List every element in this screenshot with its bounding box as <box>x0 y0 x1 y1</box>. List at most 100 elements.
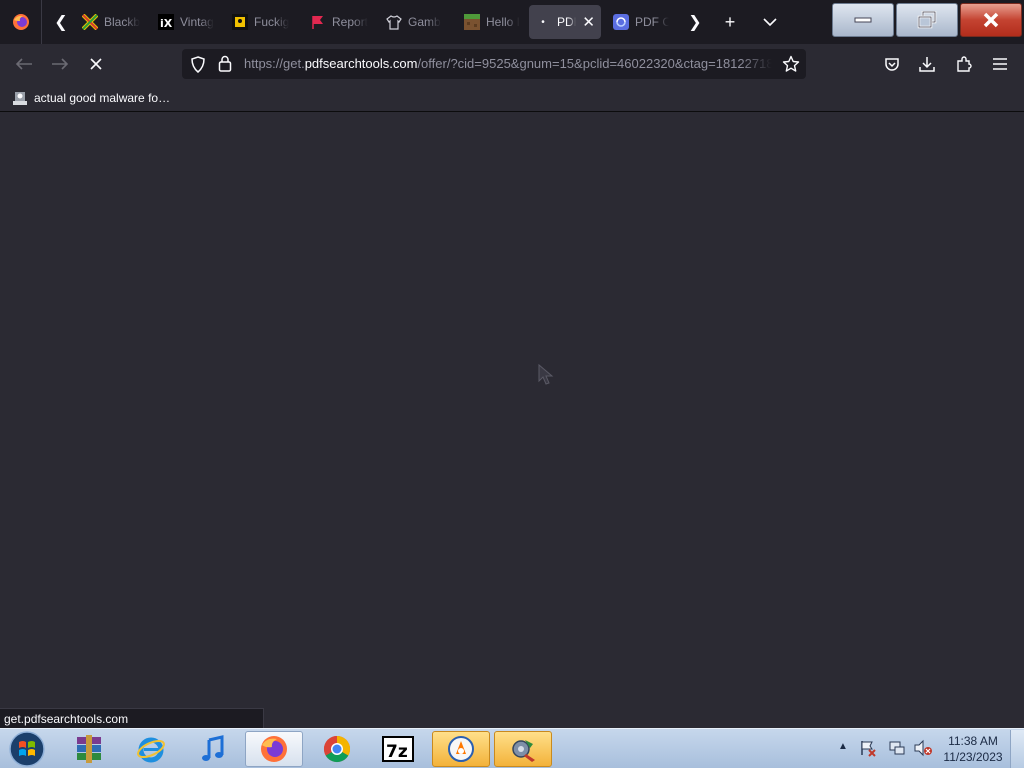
desktop-screen: ❮ Blackb iX Vintag Fuckig Report Gamb He… <box>0 0 1024 768</box>
bookmark-label: actual good malware fo… <box>34 91 171 105</box>
hamburger-menu-icon <box>993 58 1007 70</box>
new-tab-button[interactable]: + <box>716 8 744 36</box>
internet-explorer-icon <box>137 737 165 763</box>
bookmark-star-icon[interactable] <box>782 55 800 73</box>
close-icon[interactable]: ✕ <box>582 13 595 31</box>
system-tool-icon <box>512 740 535 762</box>
tab-label: Blackb <box>104 15 140 29</box>
firefox-view-button[interactable] <box>0 0 42 44</box>
volume-muted-icon <box>914 739 932 757</box>
loading-dot-icon: • <box>541 16 545 28</box>
taskbar-firefox[interactable] <box>245 731 303 767</box>
taskbar-system-tool[interactable] <box>494 731 552 767</box>
ix-icon: iX <box>158 14 174 30</box>
tab-label: Vintag <box>180 15 214 29</box>
taskbar-chrome[interactable] <box>308 731 366 767</box>
taskbar-clock[interactable]: 11:38 AM 11/23/2023 <box>938 733 1008 765</box>
plus-icon: + <box>724 11 736 32</box>
clock-date: 11/23/2023 <box>943 750 1003 764</box>
tab-label: Hello I <box>486 15 521 29</box>
tab-label: PDF <box>557 15 576 29</box>
pocket-icon <box>885 57 899 71</box>
windows-start-orb-icon <box>9 731 45 767</box>
tab-gamb[interactable]: Gamb <box>380 5 452 39</box>
tab-label: Fuckig <box>254 15 290 29</box>
tab-hello[interactable]: Hello I <box>458 5 528 39</box>
triangle-up-icon: ▲ <box>838 741 848 752</box>
taskbar-itunes[interactable] <box>184 731 242 767</box>
navigation-toolbar: https://get.pdfsearchtools.com/offer/?ci… <box>0 44 1024 84</box>
warning-sign-icon <box>232 14 248 30</box>
close-window-button[interactable] <box>960 3 1022 37</box>
puzzle-piece-icon <box>957 56 972 72</box>
network-icon <box>889 741 905 755</box>
scroll-tabs-left-button[interactable]: ❮ <box>48 8 74 36</box>
minimize-button[interactable] <box>832 3 894 37</box>
winrar-icon <box>77 735 101 763</box>
tray-volume[interactable] <box>913 738 933 758</box>
bookmark-globe-icon <box>13 92 27 105</box>
mouse-cursor-icon <box>538 363 554 385</box>
tab-label: Gamb <box>408 15 441 29</box>
windows-taskbar: 7z ▲ 11:38 AM 11/23/2023 <box>0 728 1024 768</box>
firefox-icon <box>261 736 287 762</box>
tab-report[interactable]: Report <box>304 5 374 39</box>
forward-button[interactable] <box>46 50 74 78</box>
tray-network[interactable] <box>887 738 907 758</box>
downloads-button[interactable] <box>913 50 941 78</box>
tray-action-center[interactable] <box>858 738 878 758</box>
chevron-left-icon: ❮ <box>54 14 68 31</box>
address-bar[interactable]: https://get.pdfsearchtools.com/offer/?ci… <box>182 49 806 79</box>
restore-icon <box>917 11 937 29</box>
extensions-button[interactable] <box>950 50 978 78</box>
minecraft-block-icon <box>464 14 480 30</box>
bookmark-item[interactable]: actual good malware fo… <box>8 88 174 108</box>
tab-label: PDF C <box>635 15 669 29</box>
url-scheme: https://get. <box>244 56 305 71</box>
close-icon <box>983 12 999 28</box>
download-icon <box>919 57 935 72</box>
chevron-right-icon: ❯ <box>688 14 702 31</box>
svg-text:iX: iX <box>160 17 173 30</box>
tab-pdf-active[interactable]: • PDF ✕ <box>529 5 601 39</box>
restore-button[interactable] <box>896 3 958 37</box>
start-button[interactable] <box>6 730 48 768</box>
taskbar-winrar[interactable] <box>60 731 118 767</box>
app-menu-button[interactable] <box>986 50 1014 78</box>
lock-icon[interactable] <box>218 55 232 72</box>
show-hidden-icons-button[interactable]: ▲ <box>838 741 848 752</box>
url-text[interactable]: https://get.pdfsearchtools.com/offer/?ci… <box>244 56 772 71</box>
chevron-down-icon <box>763 18 777 27</box>
avast-icon <box>448 736 474 762</box>
url-path: /offer/?cid=9525&gnum=15&pclid=46022320&… <box>417 56 772 71</box>
stop-x-icon <box>90 58 102 70</box>
tab-label: Report <box>332 15 368 29</box>
tab-blackbox[interactable]: Blackb <box>76 5 146 39</box>
bookmarks-toolbar: actual good malware fo… <box>0 84 1024 112</box>
back-button[interactable] <box>10 50 38 78</box>
arrow-right-icon <box>52 58 69 70</box>
scroll-tabs-right-button[interactable]: ❯ <box>682 8 708 36</box>
blackbox-x-icon <box>82 14 98 30</box>
tracking-protection-shield-icon[interactable] <box>190 56 206 73</box>
tshirt-icon <box>386 15 402 30</box>
pocket-button[interactable] <box>878 50 906 78</box>
arrow-left-icon <box>15 58 32 70</box>
taskbar-7zip[interactable]: 7z <box>369 731 427 767</box>
pdf-converter-icon <box>613 14 629 30</box>
chrome-icon <box>323 735 351 763</box>
list-all-tabs-button[interactable] <box>756 8 784 36</box>
show-desktop-button[interactable] <box>1010 730 1024 768</box>
taskbar-avast[interactable] <box>432 731 490 767</box>
link-status-bar: get.pdfsearchtools.com <box>0 708 264 728</box>
tab-fuckig[interactable]: Fuckig <box>226 5 296 39</box>
firefox-icon <box>12 14 29 30</box>
taskbar-internet-explorer[interactable] <box>122 731 180 767</box>
tab-vintage[interactable]: iX Vintag <box>152 5 222 39</box>
url-host: pdfsearchtools.com <box>304 56 418 71</box>
tab-pdf-converter[interactable]: PDF C <box>607 5 675 39</box>
red-flag-icon <box>312 16 323 29</box>
stop-loading-button[interactable] <box>82 50 110 78</box>
itunes-icon <box>202 735 224 761</box>
page-content-area[interactable] <box>0 113 1024 728</box>
